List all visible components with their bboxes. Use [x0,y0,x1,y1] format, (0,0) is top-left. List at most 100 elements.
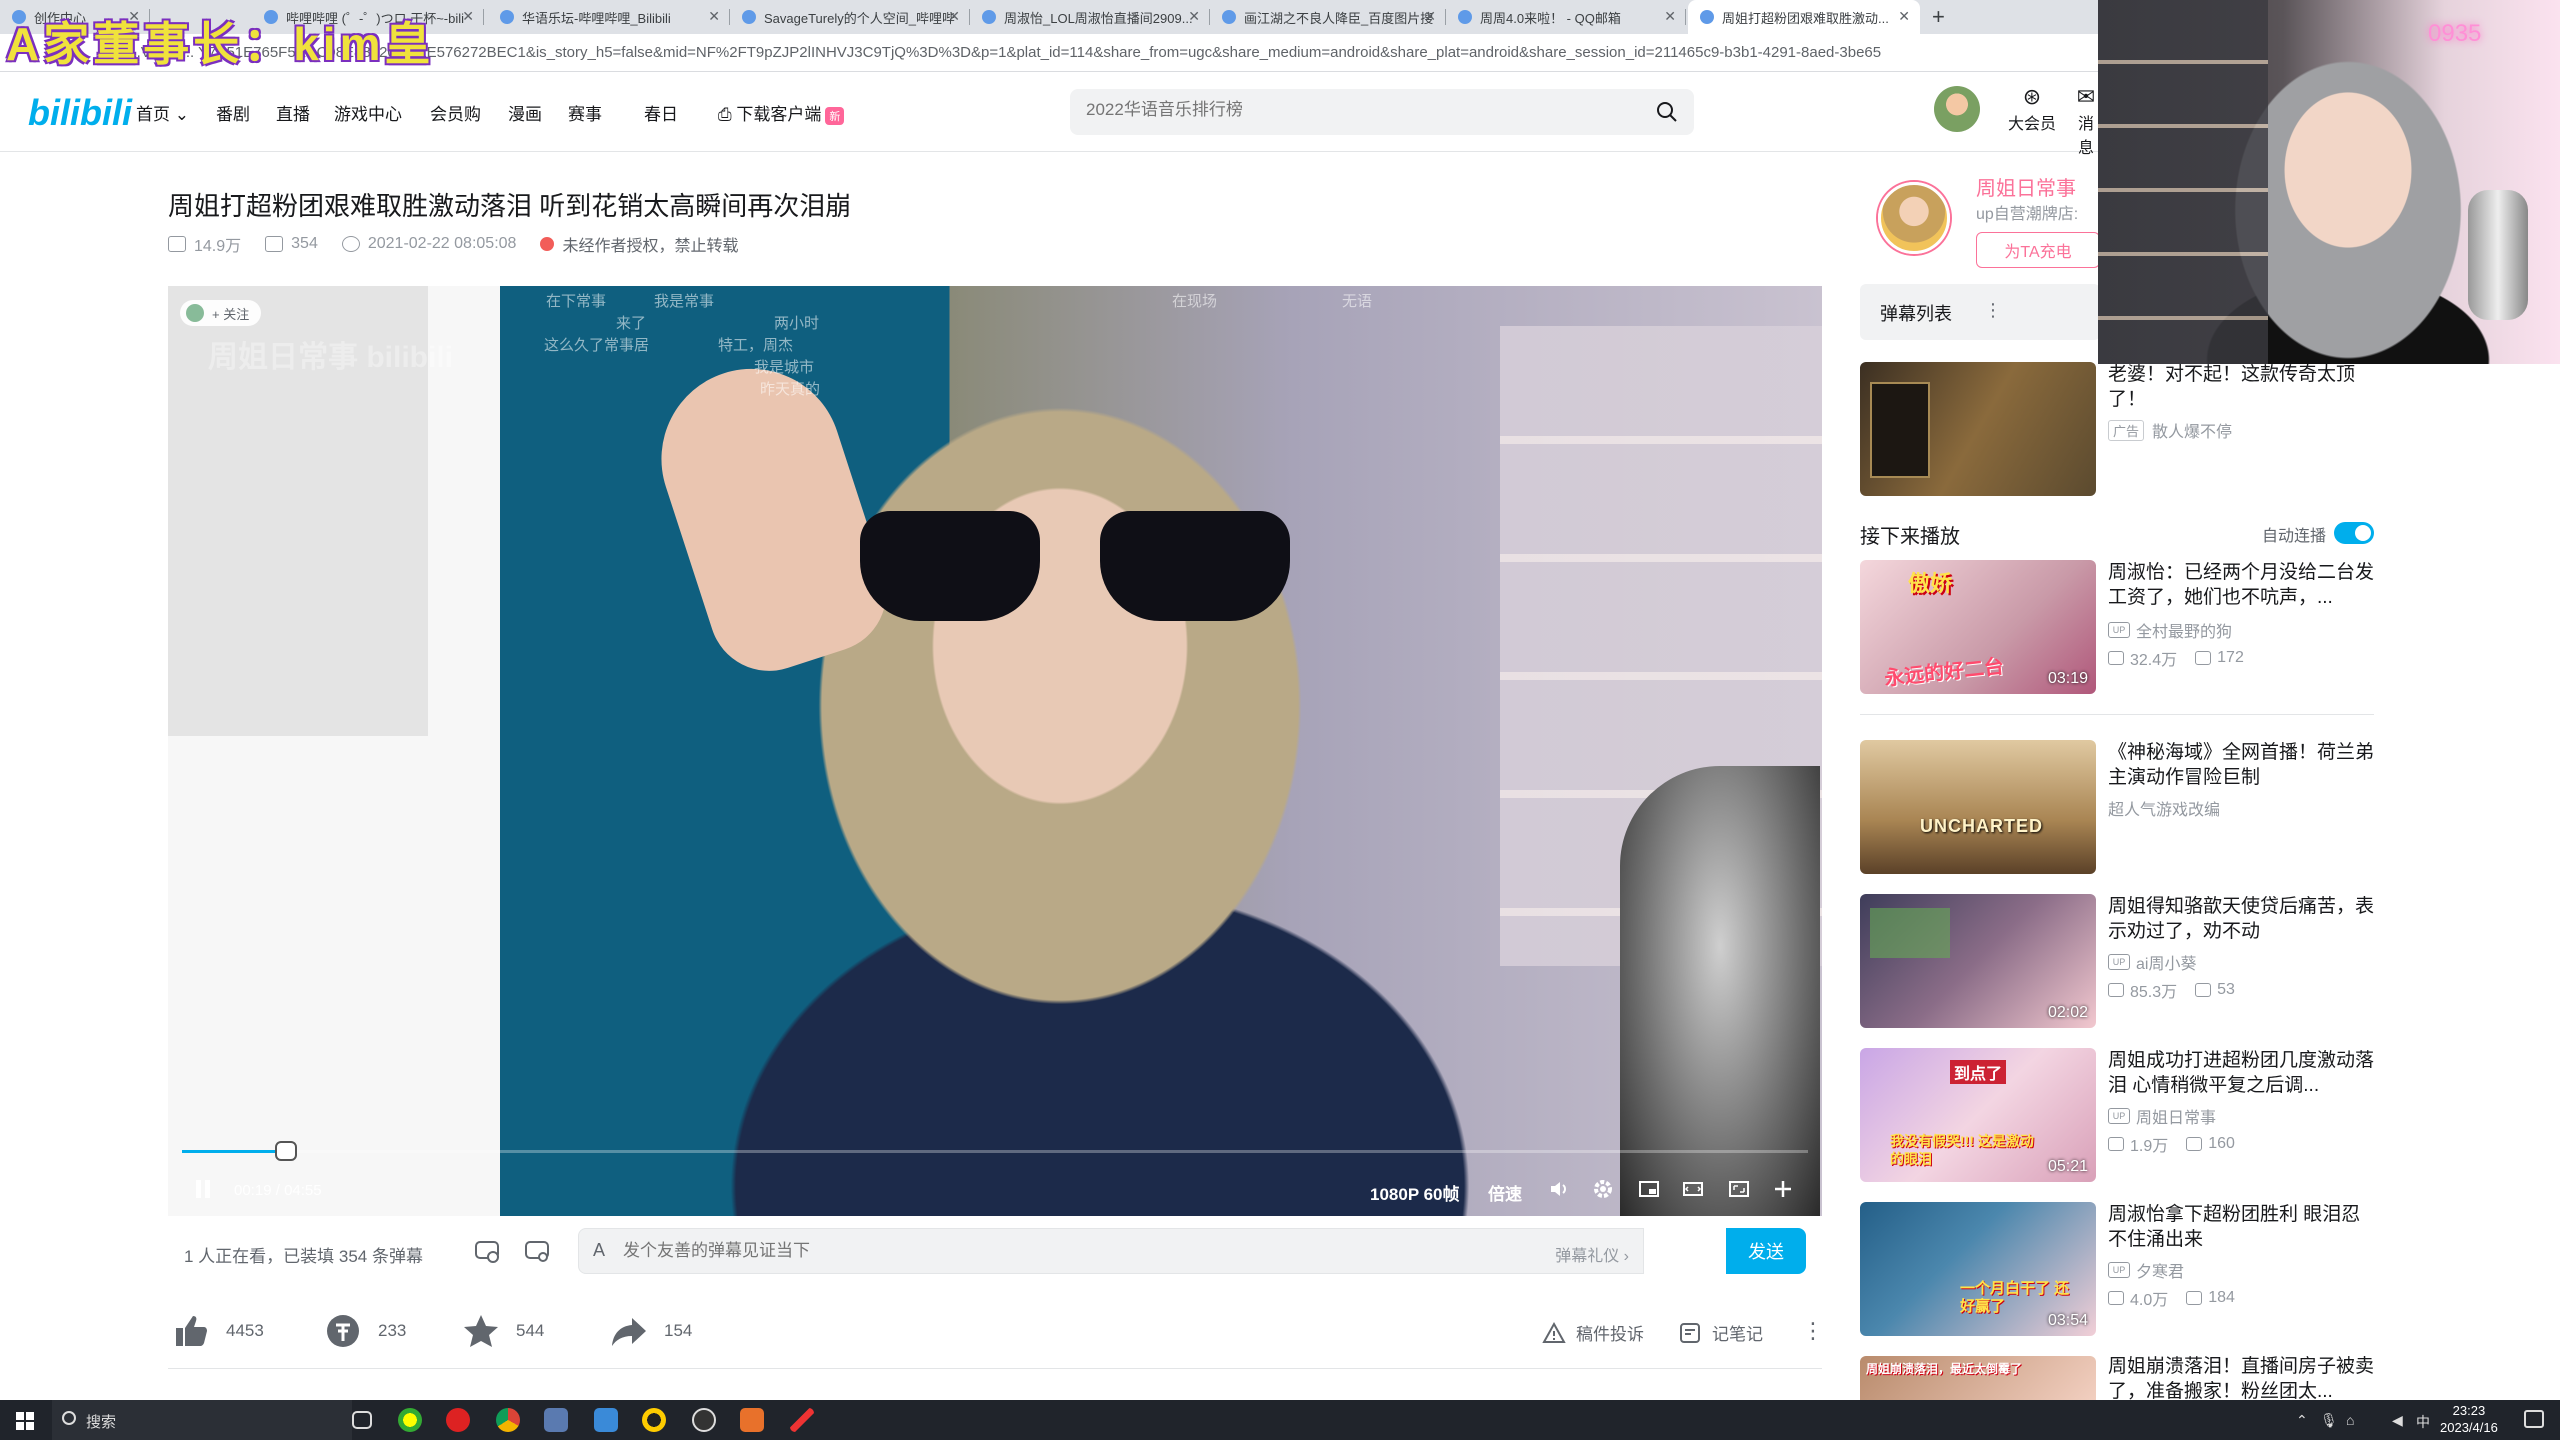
danmaku-input[interactable] [623,1241,1343,1261]
settings-gear-icon[interactable] [1592,1178,1614,1200]
ime-indicator[interactable]: 中 [2416,1412,2430,1432]
user-avatar[interactable] [1934,86,1980,132]
browser-tab[interactable]: SavageTurely的个人空间_哔哩哔 ✕ [730,0,970,34]
video-thumbnail[interactable]: UNCHARTED [1860,740,2096,874]
nav-manga[interactable]: 漫画 [508,100,542,125]
app-360-icon[interactable] [398,1408,422,1432]
search-box[interactable] [1070,89,1694,135]
tab-close-icon[interactable]: ✕ [708,8,720,25]
tray-expand-icon[interactable]: ⌃ [2296,1412,2308,1429]
favorite-button[interactable]: 544 [462,1312,544,1350]
uploader-avatar[interactable] [1878,182,1950,254]
text-style-icon[interactable]: A [593,1240,605,1261]
nav-anime[interactable]: 番剧 [216,100,250,125]
charge-button[interactable]: 为TA充电 [1976,232,2100,268]
video-uploader[interactable]: UP 全村最野的狗 [2108,618,2232,642]
browser-tab[interactable]: 华语乐坛-哔哩哔哩_Bilibili ✕ [488,0,730,34]
video-thumbnail[interactable]: 02:02 [1860,894,2096,1028]
web-fullscreen-icon[interactable] [1728,1178,1750,1200]
app-netease-music-icon[interactable] [446,1408,470,1432]
more-options-icon[interactable]: ⋮ [1802,1318,1824,1344]
nav-esports[interactable]: 赛事 [568,100,602,125]
danmaku-input-box[interactable]: A 弹幕礼仪 › [578,1228,1644,1274]
browser-tab[interactable]: 周周4.0来啦！ - QQ邮箱 ✕ [1446,0,1686,34]
video-title-link[interactable]: 周姐得知骆歆天使贷后痛苦，表示劝过了，劝不动 [2108,894,2374,944]
video-title-link[interactable]: 周淑怡：已经两个月没给二台发工资了，她们也不吭声，... [2108,560,2374,610]
chrome-icon[interactable] [496,1408,520,1432]
danmaku-list-toggle[interactable]: 弹幕列表 ⋮ [1860,284,2100,340]
nav-live[interactable]: 直播 [276,100,310,125]
like-button[interactable]: 4453 [172,1312,264,1350]
uploader-name[interactable]: 周姐日常事 [1976,172,2076,201]
app-arrow-icon[interactable] [790,1408,814,1432]
coin-button[interactable]: 233 [324,1312,406,1350]
video-title-link[interactable]: 周姐崩溃落泪！直播间房子被卖了，准备搬家！粉丝团太... [2108,1354,2374,1400]
report-button[interactable]: 稿件投诉 [1542,1320,1644,1345]
new-tab-icon[interactable]: + [1932,4,1945,30]
search-icon[interactable] [1656,101,1678,123]
vip-button[interactable]: ⊛ 大会员 [2008,84,2056,134]
picture-in-picture-icon[interactable] [1638,1178,1660,1200]
taskbar-clock[interactable]: 23:23 2023/4/16 [2440,1402,2498,1436]
nav-member-shop[interactable]: 会员购 [430,100,481,125]
tab-close-icon[interactable]: ✕ [1424,8,1436,25]
task-view-icon[interactable] [352,1411,372,1429]
video-uploader[interactable]: UP ai周小葵 [2108,950,2196,974]
danmaku-settings-icon[interactable] [524,1238,550,1264]
video-thumbnail[interactable]: 傲娇 永远的好二台 03:19 [1860,560,2096,694]
video-uploader[interactable]: UP 周姐日常事 [2108,1104,2216,1128]
video-title-link[interactable]: 周淑怡拿下超粉团胜利 眼泪忍不住涌出来 [2108,1202,2374,1252]
video-player[interactable]: + 关注 周姐日常事 bilibili 在下常事 我是常事 来了 两小时 这么久… [168,286,1822,1216]
video-uploader[interactable]: UP 夕寒君 [2108,1258,2184,1282]
app-window-icon[interactable] [544,1408,568,1432]
notes-button[interactable]: 记笔记 [1678,1320,1763,1345]
progress-thumb-icon[interactable] [275,1141,298,1161]
send-danmaku-button[interactable]: 发送 [1726,1228,1806,1274]
follow-button[interactable]: + 关注 [180,300,262,326]
volume-tray-icon[interactable]: ◀ [2392,1412,2403,1429]
tab-close-icon[interactable]: ✕ [462,8,474,25]
ad-thumbnail[interactable] [1860,362,2096,496]
danmaku-list-more-icon[interactable]: ⋮ [1984,300,2002,321]
nav-spring[interactable]: 春日 [644,100,678,125]
browser-tab[interactable]: 周淑怡_LOL周淑怡直播间2909... ✕ [970,0,1210,34]
app-editor-icon[interactable] [594,1408,618,1432]
app-circle-icon[interactable] [642,1408,666,1432]
tab-close-icon[interactable]: ✕ [1188,8,1200,25]
nav-download-client[interactable]: ⎙ 下载客户端新 [718,100,845,125]
obs-icon[interactable] [692,1408,716,1432]
tab-close-icon[interactable]: ✕ [948,8,960,25]
video-thumbnail[interactable]: 一个月白干了 还好赢了 03:54 [1860,1202,2096,1336]
nav-game-center[interactable]: 游戏中心 [334,100,402,125]
network-tray-icon[interactable]: ⌂ [2346,1412,2354,1428]
search-input[interactable] [1086,100,1646,120]
widescreen-icon[interactable] [1682,1178,1704,1200]
tab-close-icon[interactable]: ✕ [1898,8,1910,25]
video-title-link[interactable]: 周姐成功打进超粉团几度激动落泪 心情稍微平复之后调... [2108,1048,2374,1098]
messages-button[interactable]: ✉ 消息 [2074,84,2098,158]
progress-bar[interactable] [182,1141,1808,1161]
mic-tray-icon[interactable]: 🎙 [2320,1412,2338,1429]
windows-start-icon[interactable] [16,1412,34,1430]
video-thumbnail[interactable]: 周姐崩溃落泪，最近太倒霉了 [1860,1356,2096,1400]
app-orange-icon[interactable] [740,1408,764,1432]
video-title-link[interactable]: 《神秘海域》全网首播！荷兰弟主演动作冒险巨制 [2108,740,2374,790]
volume-icon[interactable] [1548,1178,1570,1200]
video-thumbnail[interactable]: 到点了 我没有假哭!!! 这是激动的眼泪 05:21 [1860,1048,2096,1182]
ad-title[interactable]: 老婆！对不起！这款传奇太顶了！ [2108,362,2374,412]
browser-tab[interactable]: 画江湖之不良人降臣_百度图片搜 ✕ [1210,0,1446,34]
nav-home[interactable]: 首页 ⌄ [136,100,189,125]
autoplay-toggle[interactable] [2334,522,2374,544]
danmaku-etiquette-link[interactable]: 弹幕礼仪 › [1555,1242,1629,1266]
browser-tab-active[interactable]: 周姐打超粉团艰难取胜激动... ✕ [1688,0,1920,34]
share-button[interactable]: 154 [610,1312,692,1350]
bilibili-logo[interactable]: bilibili [28,92,132,134]
taskbar-search[interactable]: 搜索 [52,1400,352,1440]
quality-selector[interactable]: 1080P 60帧 [1370,1180,1459,1205]
danmaku-toggle-icon[interactable] [474,1238,500,1264]
speed-selector[interactable]: 倍速 [1488,1180,1522,1205]
fullscreen-icon[interactable] [1772,1178,1794,1200]
pause-icon[interactable] [196,1180,210,1198]
tab-close-icon[interactable]: ✕ [1664,8,1676,25]
notification-icon[interactable] [2524,1410,2544,1428]
